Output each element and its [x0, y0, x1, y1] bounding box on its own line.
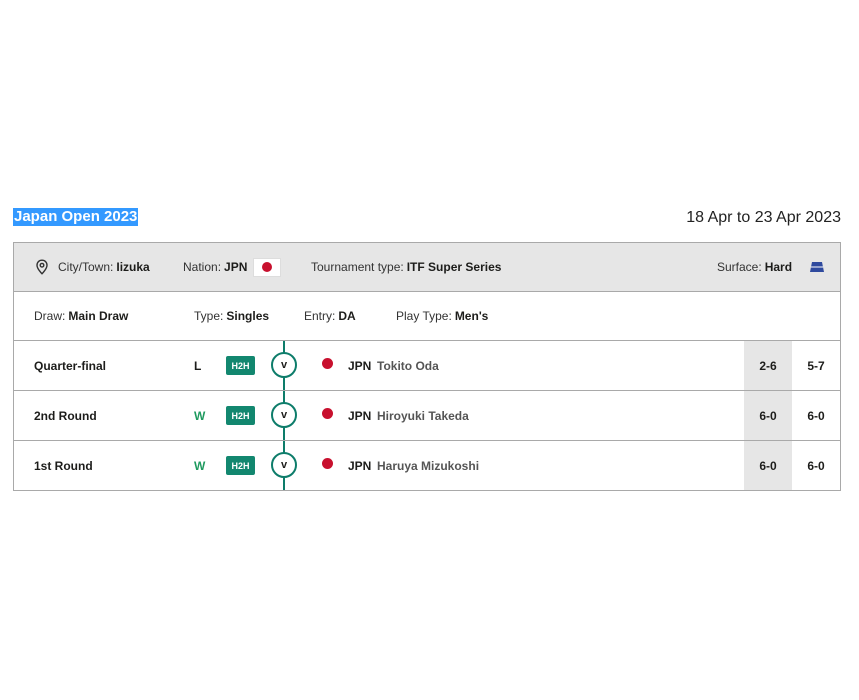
versus-icon: v [271, 452, 297, 478]
city-label: City/Town: [58, 260, 114, 274]
opponent-nation: JPN [348, 458, 372, 473]
draw-type-value: Singles [226, 309, 270, 323]
draw-type-label: Type: [194, 309, 224, 323]
japan-flag-icon [253, 257, 282, 277]
opponent-name-link[interactable]: Haruya Mizukoshi [377, 441, 479, 490]
map-pin-icon [34, 259, 50, 275]
entry-value: DA [338, 309, 356, 323]
japan-flag-dot-icon [322, 358, 333, 369]
surface-value: Hard [764, 260, 793, 274]
round-name: Quarter-final [34, 358, 107, 373]
surface-label: Surface: [717, 260, 762, 274]
draw-value: Main Draw [68, 309, 129, 323]
city-value: Iizuka [116, 260, 150, 274]
play-type-label: Play Type: [396, 309, 452, 323]
draw-label: Draw: [34, 309, 66, 323]
match-row: 2nd Round W H2H v JPN Hiroyuki Takeda 6-… [14, 391, 840, 441]
opponent-name-link[interactable]: Hiroyuki Takeda [377, 391, 469, 440]
h2h-button[interactable]: H2H [226, 456, 255, 475]
set-score-2: 5-7 [807, 358, 825, 373]
city-info: City/Town: Iizuka [34, 243, 150, 291]
set-score-2: 6-0 [807, 408, 825, 423]
opponent-nation: JPN [348, 358, 372, 373]
entry-info: Entry: DA [304, 292, 356, 340]
set-score-1: 6-0 [744, 441, 792, 490]
play-type-info: Play Type: Men's [396, 292, 488, 340]
play-type-value: Men's [454, 309, 489, 323]
draw-info: Draw: Main Draw [34, 292, 128, 340]
draw-info-bar: Draw: Main Draw Type: Singles Entry: DA … [14, 292, 840, 341]
nation-label: Nation: [183, 260, 222, 274]
tournament-header: Japan Open 2023 18 Apr to 23 Apr 2023 [13, 205, 841, 231]
draw-type-info: Type: Singles [194, 292, 269, 340]
h2h-button[interactable]: H2H [226, 406, 255, 425]
opponent-name-link[interactable]: Tokito Oda [377, 341, 439, 390]
result-badge: W [194, 458, 206, 473]
set-score-1: 6-0 [744, 391, 792, 440]
entry-label: Entry: [304, 309, 336, 323]
round-name: 1st Round [34, 458, 93, 473]
tournament-type-info: Tournament type: ITF Super Series [311, 243, 501, 291]
tournament-type-value: ITF Super Series [406, 260, 502, 274]
result-badge: L [194, 358, 202, 373]
opponent-nation: JPN [348, 408, 372, 423]
match-row: Quarter-final L H2H v JPN Tokito Oda 2-6… [14, 341, 840, 391]
tournament-title-link[interactable]: Japan Open 2023 [13, 208, 139, 226]
nation-info: Nation: JPN [183, 243, 282, 291]
round-name: 2nd Round [34, 408, 97, 423]
tournament-type-label: Tournament type: [311, 260, 404, 274]
japan-flag-dot-icon [322, 458, 333, 469]
versus-icon: v [271, 402, 297, 428]
h2h-button[interactable]: H2H [226, 356, 255, 375]
japan-flag-dot-icon [322, 408, 333, 419]
hard-court-icon [809, 261, 825, 273]
tournament-results-table: City/Town: Iizuka Nation: JPN Tournament… [13, 242, 841, 491]
result-badge: W [194, 408, 206, 423]
match-row: 1st Round W H2H v JPN Haruya Mizukoshi 6… [14, 441, 840, 490]
tournament-info-bar: City/Town: Iizuka Nation: JPN Tournament… [14, 243, 840, 292]
set-score-1: 2-6 [744, 341, 792, 390]
nation-value: JPN [224, 260, 248, 274]
set-score-2: 6-0 [807, 458, 825, 473]
versus-icon: v [271, 352, 297, 378]
tournament-dates: 18 Apr to 23 Apr 2023 [686, 209, 841, 226]
surface-info: Surface: Hard [717, 243, 825, 291]
